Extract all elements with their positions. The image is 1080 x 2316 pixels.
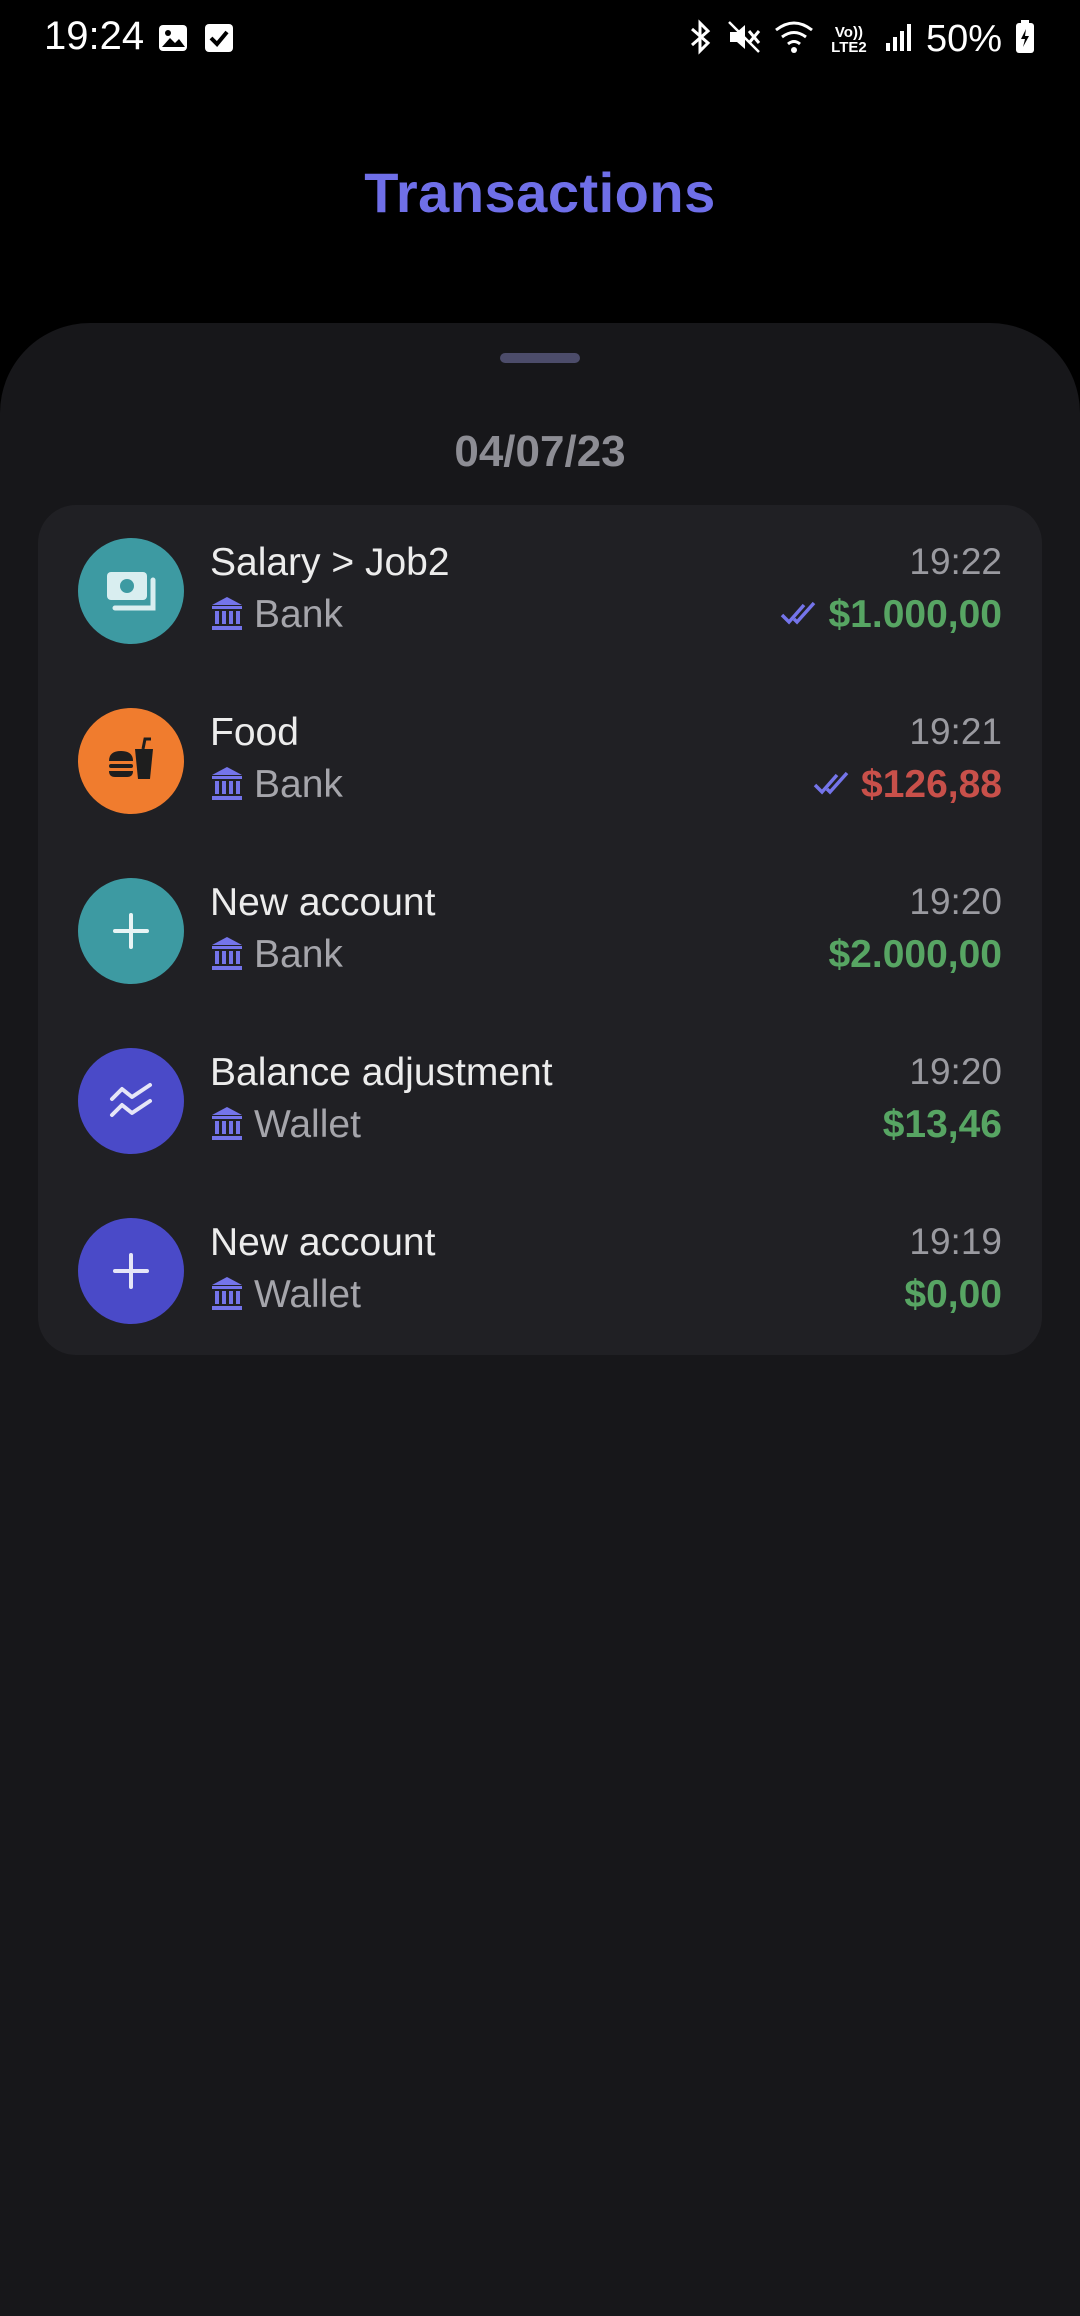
image-icon xyxy=(157,22,189,59)
transaction-amount-group: $13,46 xyxy=(883,1103,1002,1147)
cash-icon xyxy=(78,538,184,644)
bank-icon xyxy=(210,595,244,636)
transaction-amount: $2.000,00 xyxy=(828,933,1002,976)
transaction-account: Wallet xyxy=(210,1273,361,1317)
bank-icon xyxy=(210,1105,244,1146)
account-label: Bank xyxy=(254,763,343,806)
transaction-amount-group: $2.000,00 xyxy=(828,933,1002,977)
transaction-amount-group: $126,88 xyxy=(813,763,1002,807)
fastfood-icon xyxy=(78,708,184,814)
battery-percent: 50% xyxy=(925,18,1002,60)
wifi-icon xyxy=(774,20,814,59)
transaction-title: Food xyxy=(210,711,299,754)
transaction-account: Bank xyxy=(210,593,343,637)
transactions-sheet[interactable]: 04/07/23 Salary > Job2 Bank 19:22 $1.000… xyxy=(0,323,1080,2316)
double-check-icon xyxy=(780,599,820,632)
transactions-card: Salary > Job2 Bank 19:22 $1.000,00 Food … xyxy=(38,505,1042,1355)
transaction-amount: $1.000,00 xyxy=(828,593,1002,636)
plus-icon xyxy=(78,1218,184,1324)
transaction-time: 19:22 xyxy=(909,541,1002,582)
account-label: Bank xyxy=(254,933,343,976)
account-label: Wallet xyxy=(254,1273,361,1316)
double-check-icon xyxy=(813,769,853,802)
account-label: Bank xyxy=(254,593,343,636)
transaction-account: Bank xyxy=(210,763,343,807)
bluetooth-icon xyxy=(688,19,714,60)
page-title: Transactions xyxy=(364,161,716,224)
bank-icon xyxy=(210,935,244,976)
status-right-icons: Vo)) LTE2 50% xyxy=(688,18,1036,61)
plus-icon xyxy=(78,878,184,984)
transaction-time: 19:19 xyxy=(909,1221,1002,1262)
adjustment-icon xyxy=(78,1048,184,1154)
volte-icon: Vo)) LTE2 xyxy=(826,25,872,55)
transaction-amount: $126,88 xyxy=(861,763,1002,806)
transaction-time: 19:20 xyxy=(909,1051,1002,1092)
app-header: Transactions xyxy=(0,160,1080,225)
transaction-title: New account xyxy=(210,1221,436,1264)
transaction-time: 19:21 xyxy=(909,711,1002,752)
date-header: 04/07/23 xyxy=(454,427,626,476)
transaction-amount: $0,00 xyxy=(904,1273,1002,1316)
transaction-row[interactable]: Balance adjustment Wallet 19:20 $13,46 xyxy=(38,1015,1042,1185)
transaction-amount: $13,46 xyxy=(882,1103,1002,1146)
bank-icon xyxy=(210,1275,244,1316)
mute-icon xyxy=(726,19,762,60)
transaction-account: Bank xyxy=(210,933,343,977)
status-left-icons xyxy=(157,22,235,59)
check-box-icon xyxy=(203,22,235,59)
status-time: 19:24 xyxy=(44,14,145,58)
status-bar: 19:24 Vo)) LTE2 50% xyxy=(0,0,1080,80)
transaction-title: Salary > Job2 xyxy=(210,541,450,584)
battery-icon xyxy=(1014,19,1036,60)
signal-icon xyxy=(884,21,914,58)
bank-icon xyxy=(210,765,244,806)
account-label: Wallet xyxy=(254,1103,361,1146)
sheet-drag-handle[interactable] xyxy=(500,353,580,363)
volte-label: Vo)) LTE2 xyxy=(831,23,867,56)
transaction-amount-group: $1.000,00 xyxy=(780,593,1002,637)
transaction-title: New account xyxy=(210,881,436,924)
transaction-row[interactable]: Food Bank 19:21 $126,88 xyxy=(38,675,1042,845)
transaction-time: 19:20 xyxy=(909,881,1002,922)
transaction-row[interactable]: Salary > Job2 Bank 19:22 $1.000,00 xyxy=(38,505,1042,675)
transaction-amount-group: $0,00 xyxy=(904,1273,1002,1317)
transaction-title: Balance adjustment xyxy=(210,1051,553,1094)
transaction-account: Wallet xyxy=(210,1103,361,1147)
transaction-row[interactable]: New account Bank 19:20 $2.000,00 xyxy=(38,845,1042,1015)
transaction-row[interactable]: New account Wallet 19:19 $0,00 xyxy=(38,1185,1042,1355)
